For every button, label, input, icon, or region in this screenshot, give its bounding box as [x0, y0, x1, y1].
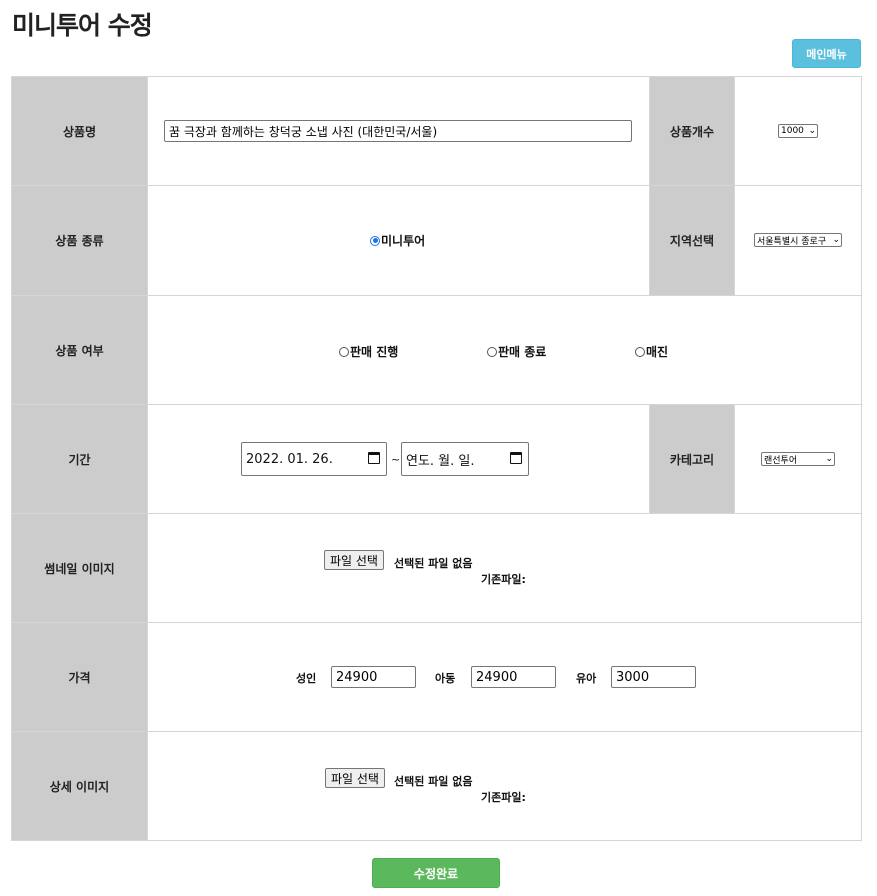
infant-price-label: 유아	[576, 672, 597, 685]
status-label: 상품 여부	[11, 295, 148, 405]
product-name-input[interactable]: 꿈 극장과 함께하는 창덕궁 소냅 사진 (대한민국/서울)	[164, 120, 632, 142]
region-select[interactable]: 서울특별시 종로구 ⌄	[754, 233, 842, 247]
detail-image-file-button[interactable]: 파일 선택	[325, 768, 385, 788]
detail-image-label: 상세 이미지	[11, 731, 148, 841]
page-title: 미니투어 수정	[12, 11, 153, 40]
product-count-select[interactable]: 1000 ⌄	[778, 124, 818, 138]
chevron-down-icon: ⌄	[808, 126, 816, 136]
product-count-label: 상품개수	[649, 76, 735, 186]
chevron-down-icon: ⌄	[832, 235, 840, 245]
thumbnail-label: 썸네일 이미지	[11, 513, 148, 623]
adult-price-input[interactable]: 24900	[331, 666, 416, 688]
radio-icon[interactable]	[487, 346, 497, 357]
radio-icon[interactable]	[339, 346, 349, 357]
infant-price-input[interactable]: 3000	[611, 666, 696, 688]
start-date-input[interactable]: 2022. 01. 26.	[241, 442, 387, 476]
status-option-ended[interactable]: 판매 종료	[487, 343, 546, 360]
thumbnail-file-status: 선택된 파일 없음	[394, 557, 473, 570]
category-label: 카테고리	[649, 404, 735, 514]
main-menu-button[interactable]: 메인메뉴	[792, 39, 861, 68]
category-select[interactable]: 랜선투어 ⌄	[761, 452, 835, 466]
chevron-down-icon: ⌄	[825, 454, 833, 464]
radio-icon[interactable]	[635, 346, 645, 357]
date-separator: ~	[391, 453, 401, 466]
thumbnail-file-button[interactable]: 파일 선택	[324, 550, 384, 570]
end-date-input[interactable]: 연도. 월. 일.	[401, 442, 529, 476]
child-price-input[interactable]: 24900	[471, 666, 556, 688]
status-option-soldout[interactable]: 매진	[635, 343, 668, 360]
price-label: 가격	[11, 622, 148, 732]
detail-image-existing-file: 기존파일:	[481, 791, 526, 804]
calendar-icon[interactable]	[510, 452, 522, 464]
edit-form-table: 상품명 꿈 극장과 함께하는 창덕궁 소냅 사진 (대한민국/서울) 상품개수 …	[11, 76, 862, 841]
region-label: 지역선택	[649, 185, 735, 296]
adult-price-label: 성인	[296, 672, 317, 685]
thumbnail-existing-file: 기존파일:	[481, 573, 526, 586]
product-type-option[interactable]: 미니투어	[370, 232, 425, 249]
detail-image-file-status: 선택된 파일 없음	[394, 775, 473, 788]
period-label: 기간	[11, 404, 148, 514]
child-price-label: 아동	[435, 672, 456, 685]
submit-button[interactable]: 수정완료	[372, 858, 500, 888]
product-name-label: 상품명	[11, 76, 148, 186]
radio-checked-icon[interactable]	[370, 235, 380, 246]
product-type-label: 상품 종류	[11, 185, 148, 296]
calendar-icon[interactable]	[368, 452, 380, 464]
status-option-selling[interactable]: 판매 진행	[339, 343, 398, 360]
